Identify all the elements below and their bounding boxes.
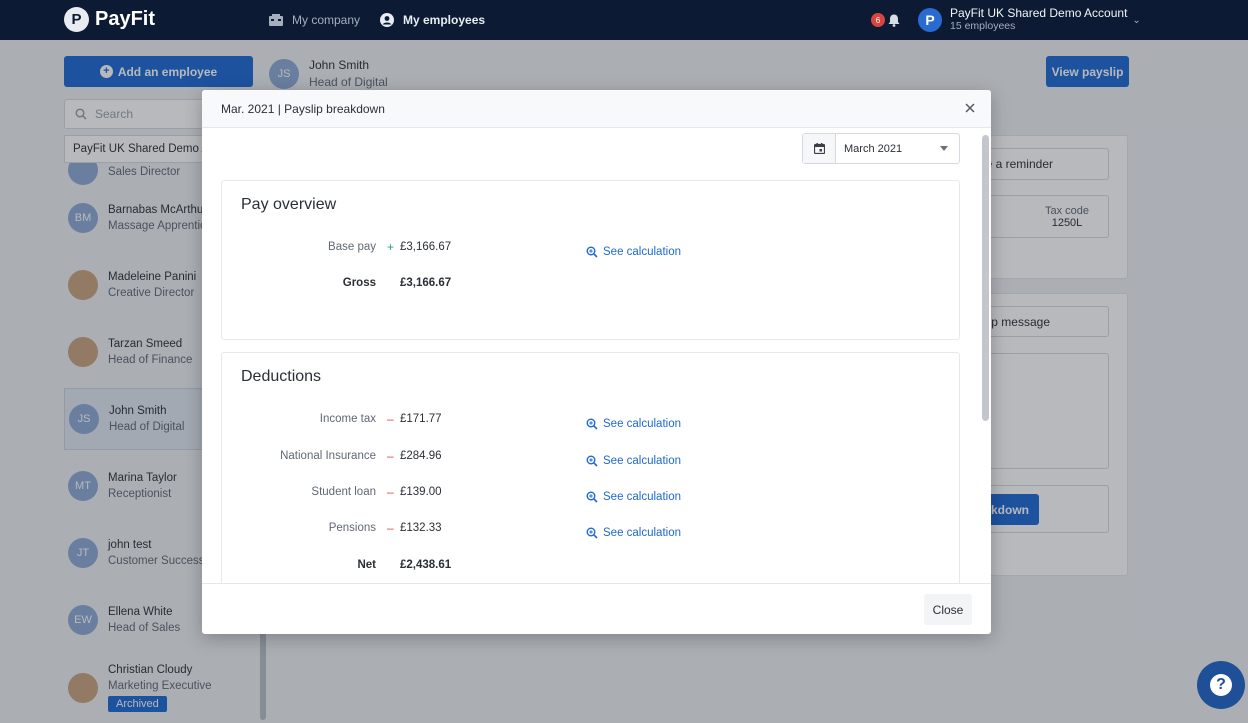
nav-my-employees[interactable]: My employees [380,0,485,40]
deductions-section: Deductions Income tax – £171.77 See calc… [221,352,960,583]
modal-title: Mar. 2021 | Payslip breakdown [221,101,385,116]
brand-name: PayFit [95,8,156,30]
gross-label: Gross [342,277,376,289]
account-logo-icon: P [918,8,942,32]
zoom-icon [586,491,598,503]
see-calculation-label: See calculation [603,455,681,467]
payfit-logo[interactable]: P PayFit [64,7,155,32]
notifications[interactable]: 6 [871,13,900,27]
payfit-logo-icon: P [64,7,89,32]
nav-my-employees-label: My employees [403,13,486,27]
modal-footer: Close [202,583,991,634]
chevron-down-icon: ⌄ [1132,14,1141,26]
base-pay-value: £3,166.67 [400,241,452,253]
question-icon: ? [1210,674,1232,696]
account-name: PayFit UK Shared Demo Account [950,6,1128,20]
pay-overview-title: Pay overview [241,196,337,213]
national-insurance-value: £284.96 [400,450,442,462]
see-calculation-link[interactable]: See calculation [586,491,681,503]
month-select-value: March 2021 [844,142,903,155]
notification-count-badge: 6 [871,13,885,27]
see-calculation-link[interactable]: See calculation [586,246,681,258]
plus-sign: + [387,240,395,254]
see-calculation-link[interactable]: See calculation [586,418,681,430]
pay-overview-section: Pay overview Base pay + £3,166.67 See ca… [221,180,960,340]
bell-icon [888,14,900,27]
gross-value: £3,166.67 [400,277,452,289]
close-icon[interactable] [963,101,977,115]
pensions-value: £132.33 [400,522,442,534]
minus-sign: – [387,412,394,426]
modal-header: Mar. 2021 | Payslip breakdown [202,90,991,128]
see-calculation-label: See calculation [603,491,681,503]
income-tax-value: £171.77 [400,413,442,425]
minus-sign: – [387,521,394,535]
close-button[interactable]: Close [924,594,972,625]
net-value: £2,438.61 [400,559,452,571]
calendar-icon [813,143,825,154]
base-pay-label: Base pay [328,241,376,253]
zoom-icon [586,418,598,430]
help-button[interactable]: ? [1197,661,1245,709]
account-switcher[interactable]: P PayFit UK Shared Demo Account 15 emplo… [918,7,1141,33]
national-insurance-label: National Insurance [280,450,376,462]
zoom-icon [586,455,598,467]
building-icon [269,14,283,26]
income-tax-label: Income tax [319,413,376,425]
see-calculation-label: See calculation [603,418,681,430]
month-select[interactable]: March 2021 [802,133,960,164]
user-circle-icon [380,13,394,27]
modal-body: March 2021 Pay overview Base pay + £3,16… [202,128,991,583]
nav-my-company-label: My company [292,13,361,27]
nav-my-company[interactable]: My company [269,0,360,40]
zoom-icon [586,527,598,539]
modal-scrollbar[interactable] [982,135,989,421]
top-bar: P PayFit My company My employees 6 P Pay… [0,0,1248,40]
payslip-breakdown-modal: Mar. 2021 | Payslip breakdown March 2021… [202,90,991,634]
pensions-label: Pensions [328,522,376,534]
minus-sign: – [387,449,394,463]
see-calculation-link[interactable]: See calculation [586,455,681,467]
account-employee-count: 15 employees [950,20,1016,32]
caret-down-icon [940,146,948,151]
net-label: Net [357,559,376,571]
zoom-icon [586,246,598,258]
calendar-button[interactable] [803,134,836,163]
see-calculation-link[interactable]: See calculation [586,527,681,539]
student-loan-value: £139.00 [400,486,442,498]
deductions-title: Deductions [241,368,322,385]
student-loan-label: Student loan [311,486,376,498]
see-calculation-label: See calculation [603,246,681,258]
minus-sign: – [387,485,394,499]
see-calculation-label: See calculation [603,527,681,539]
